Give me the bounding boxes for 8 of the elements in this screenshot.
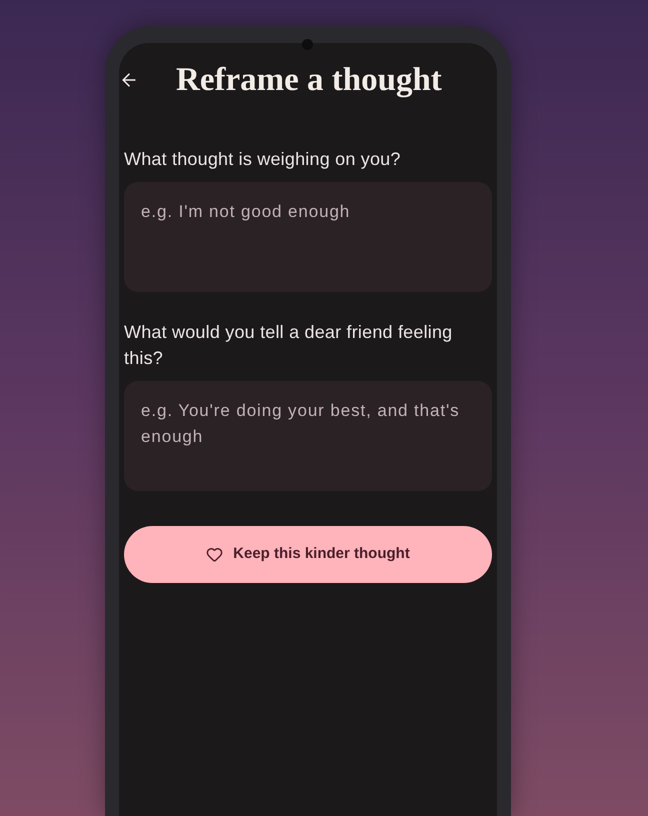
field-label: What would you tell a dear friend feeling this? [124, 321, 454, 370]
heart-icon [206, 546, 224, 563]
camera-hole-icon [302, 39, 313, 50]
text-input-field[interactable]: e.g. You're doing your best, and that's enough [124, 381, 492, 491]
page-title: Reframe a thought [176, 61, 442, 100]
text-input-field[interactable]: e.g. I'm not good enough [124, 182, 492, 292]
field-label: What thought is weighing on you? [124, 148, 402, 171]
keep-thought-button[interactable]: Keep this kinder thought [124, 526, 492, 583]
